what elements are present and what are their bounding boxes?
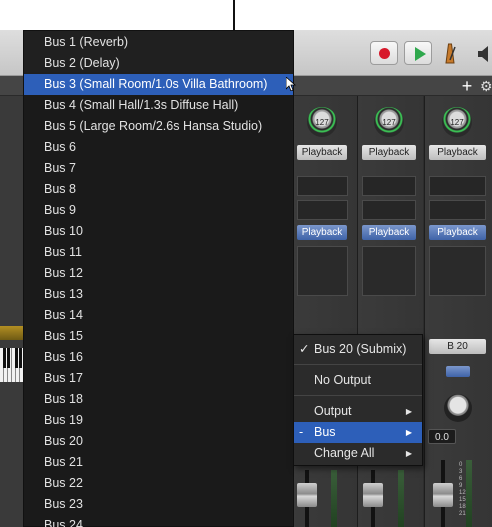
metronome-icon[interactable] [442,42,458,64]
logic-mixer-window: + ⚙ 127 Playback Playback 127 Playback P… [0,0,492,527]
playback-mode-button[interactable]: Playback [429,145,486,160]
bus-menu-item[interactable]: Bus 8 [24,179,293,200]
knob-value: 127 [382,118,396,127]
bus-menu-item[interactable]: Bus 11 [24,242,293,263]
meter-scale: 03 69 12 15 18 21 [459,462,466,517]
bus-menu-item[interactable]: Bus 21 [24,452,293,473]
bus-menu-item[interactable]: Bus 15 [24,326,293,347]
insert-slots[interactable] [297,246,348,296]
automation-mode-button[interactable]: Playback [362,225,416,240]
bus-menu-item[interactable]: Bus 23 [24,494,293,515]
bus-submenu-item[interactable]: - Bus ▶ [294,422,422,443]
bus-menu-item-selected[interactable]: Bus 3 (Small Room/1.0s Villa Bathroom) [24,74,293,95]
change-all-label: Change All [314,446,375,460]
gear-icon[interactable]: ⚙ [480,78,492,94]
bus-menu-item[interactable]: Bus 14 [24,305,293,326]
channel-strip [424,96,492,527]
bus-menu-item[interactable]: Bus 19 [24,410,293,431]
pan-value: 0.0 [428,429,456,444]
bus-menu-item[interactable]: Bus 5 (Large Room/2.6s Hansa Studio) [24,116,293,137]
current-output-label: Bus 20 (Submix) [314,342,407,356]
mouse-pointer-icon [286,77,296,91]
knob-value: 127 [450,118,464,127]
submenu-arrow-icon: ▶ [405,449,412,458]
bus-menu-item[interactable]: Bus 7 [24,158,293,179]
bus-menu-item[interactable]: Bus 1 (Reverb) [24,32,293,53]
bus-menu-item[interactable]: Bus 24 [24,515,293,527]
bus-marker: - [299,425,304,439]
menu-separator [294,364,422,365]
submenu-arrow-icon: ▶ [405,428,412,437]
volume-fader[interactable] [297,483,317,507]
bus-menu-item[interactable]: Bus 12 [24,263,293,284]
level-meter [466,460,472,527]
plugin-slot[interactable] [362,200,416,220]
output-button[interactable]: B 20 [429,339,486,354]
group-slot[interactable] [446,366,470,377]
add-track-button[interactable]: + [458,76,476,96]
level-meter [398,470,404,527]
track-color-strip [0,326,23,340]
record-button[interactable] [370,41,398,65]
playback-mode-button[interactable]: Playback [297,145,347,160]
output-context-menu: ✓ Bus 20 (Submix) No Output Output ▶ - B… [293,334,423,466]
speaker-icon[interactable] [476,44,492,64]
output-label: Output [314,404,352,418]
no-output-item[interactable]: No Output [294,370,422,391]
bus-label: Bus [314,425,336,439]
checkmark-icon: ✓ [299,342,310,356]
change-all-item[interactable]: Change All ▶ [294,443,422,464]
bus-menu-item[interactable]: Bus 2 (Delay) [24,53,293,74]
bus-menu-item[interactable]: Bus 18 [24,389,293,410]
automation-mode-button[interactable]: Playback [429,225,486,240]
bus-menu-item[interactable]: Bus 16 [24,347,293,368]
bus-menu-item[interactable]: Bus 20 [24,431,293,452]
volume-fader[interactable] [433,483,453,507]
bus-menu-item[interactable]: Bus 10 [24,221,293,242]
plugin-slot[interactable] [297,176,348,196]
no-output-label: No Output [314,373,371,387]
automation-mode-button[interactable]: Playback [297,225,347,240]
playback-mode-button[interactable]: Playback [362,145,416,160]
plugin-slot[interactable] [429,200,486,220]
insert-slots[interactable] [362,246,416,296]
level-meter [331,470,337,527]
bus-menu-item[interactable]: Bus 22 [24,473,293,494]
insert-slots[interactable] [429,246,486,296]
bus-menu-item[interactable]: Bus 6 [24,137,293,158]
pan-knob[interactable] [444,394,472,422]
volume-fader[interactable] [363,483,383,507]
inspector-panel [0,96,23,527]
bus-menu-item[interactable]: Bus 4 (Small Hall/1.3s Diffuse Hall) [24,95,293,116]
bus-menu-item[interactable]: Bus 17 [24,368,293,389]
plugin-slot[interactable] [297,200,348,220]
plugin-slot[interactable] [362,176,416,196]
submenu-arrow-icon: ▶ [405,407,412,416]
keyboard-icon [0,348,24,382]
current-output-item[interactable]: ✓ Bus 20 (Submix) [294,339,422,360]
bus-menu-item[interactable]: Bus 13 [24,284,293,305]
knob-value: 127 [315,118,329,127]
menu-separator [294,395,422,396]
plugin-slot[interactable] [429,176,486,196]
play-button[interactable] [404,41,432,65]
bus-popup-menu: Bus 1 (Reverb) Bus 2 (Delay) Bus 3 (Smal… [23,30,294,527]
output-submenu-item[interactable]: Output ▶ [294,401,422,422]
bus-menu-item[interactable]: Bus 9 [24,200,293,221]
